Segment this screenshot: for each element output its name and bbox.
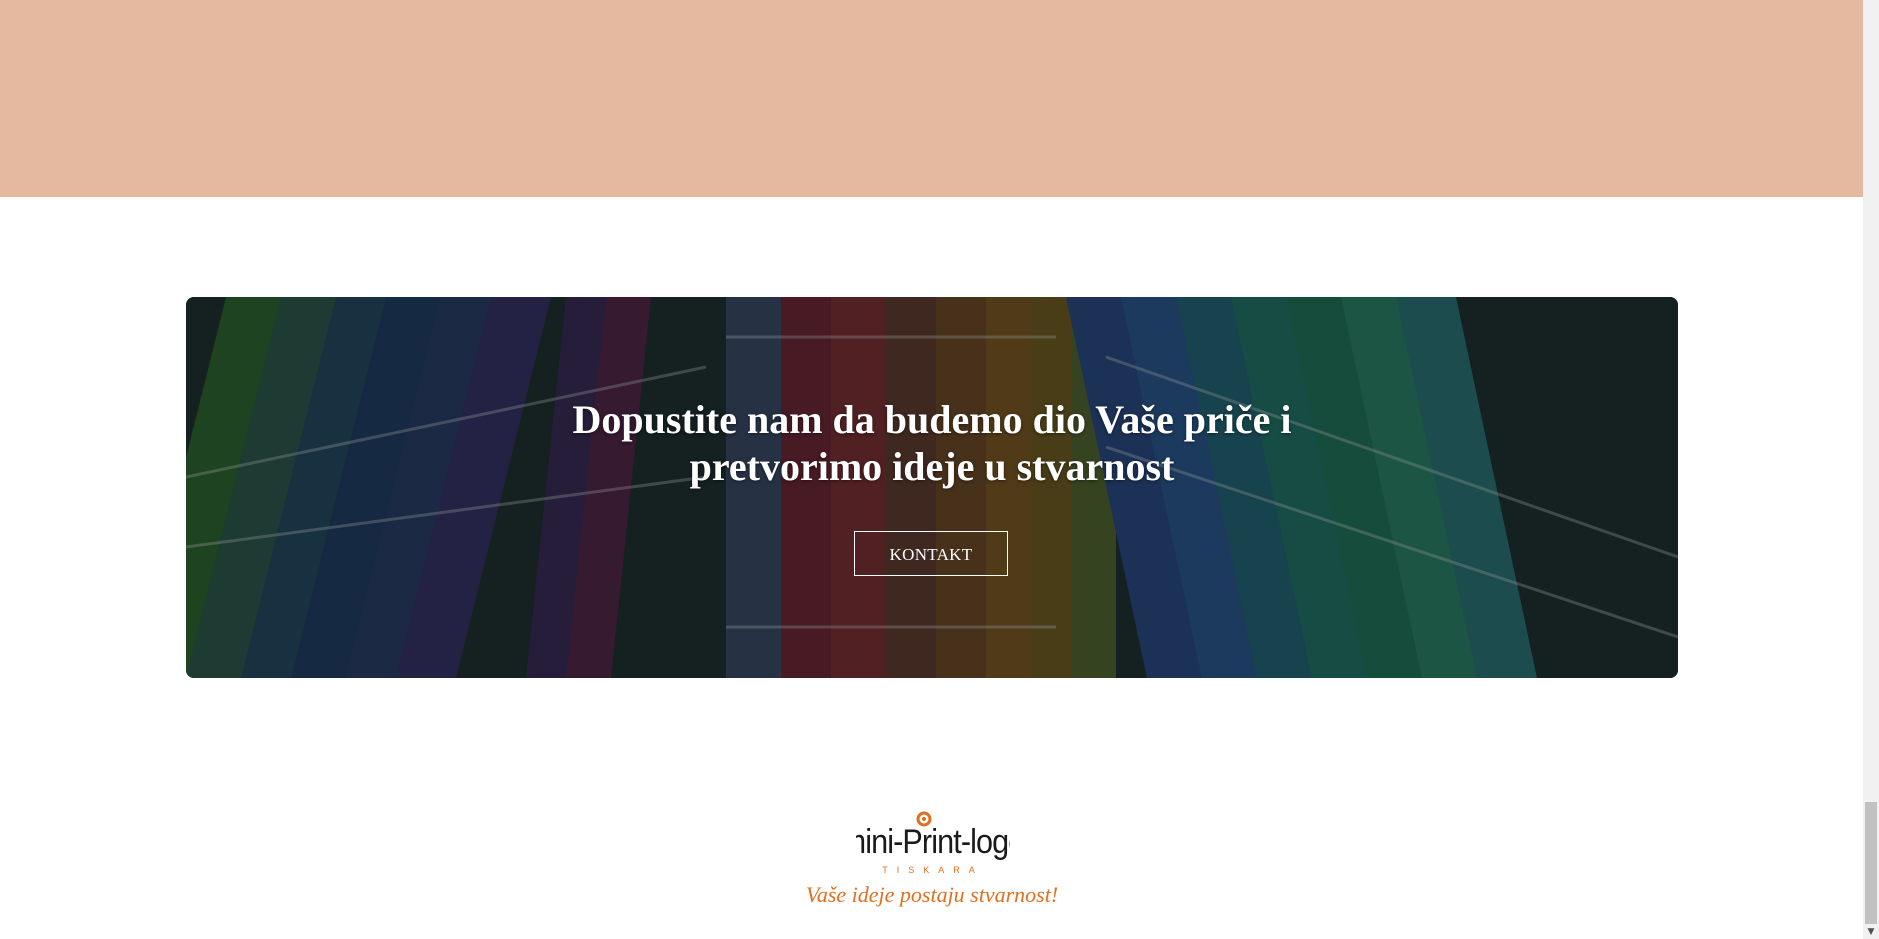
hero-band xyxy=(0,0,1863,197)
cta-banner: Dopustite nam da budemo dio Vaše priče i… xyxy=(186,297,1678,678)
scrollbar[interactable]: ▼ xyxy=(1863,0,1879,939)
footer-tagline: Vaše ideje postaju stvarnost! xyxy=(805,882,1059,907)
svg-text:TISKARA: TISKARA xyxy=(882,865,984,875)
footer-logo[interactable]: mini-Print-logo TISKARA xyxy=(841,805,1025,877)
chevron-down-icon[interactable]: ▼ xyxy=(1866,927,1876,937)
mini-print-logo-icon: mini-Print-logo TISKARA xyxy=(841,811,1025,875)
cta-heading: Dopustite nam da budemo dio Vaše priče i… xyxy=(572,397,1292,489)
svg-text:mini-Print-logo: mini-Print-logo xyxy=(856,823,1010,861)
kontakt-button[interactable]: KONTAKT xyxy=(854,531,1008,576)
scrollbar-thumb[interactable] xyxy=(1865,802,1877,924)
page: Dopustite nam da budemo dio Vaše priče i… xyxy=(0,0,1879,939)
